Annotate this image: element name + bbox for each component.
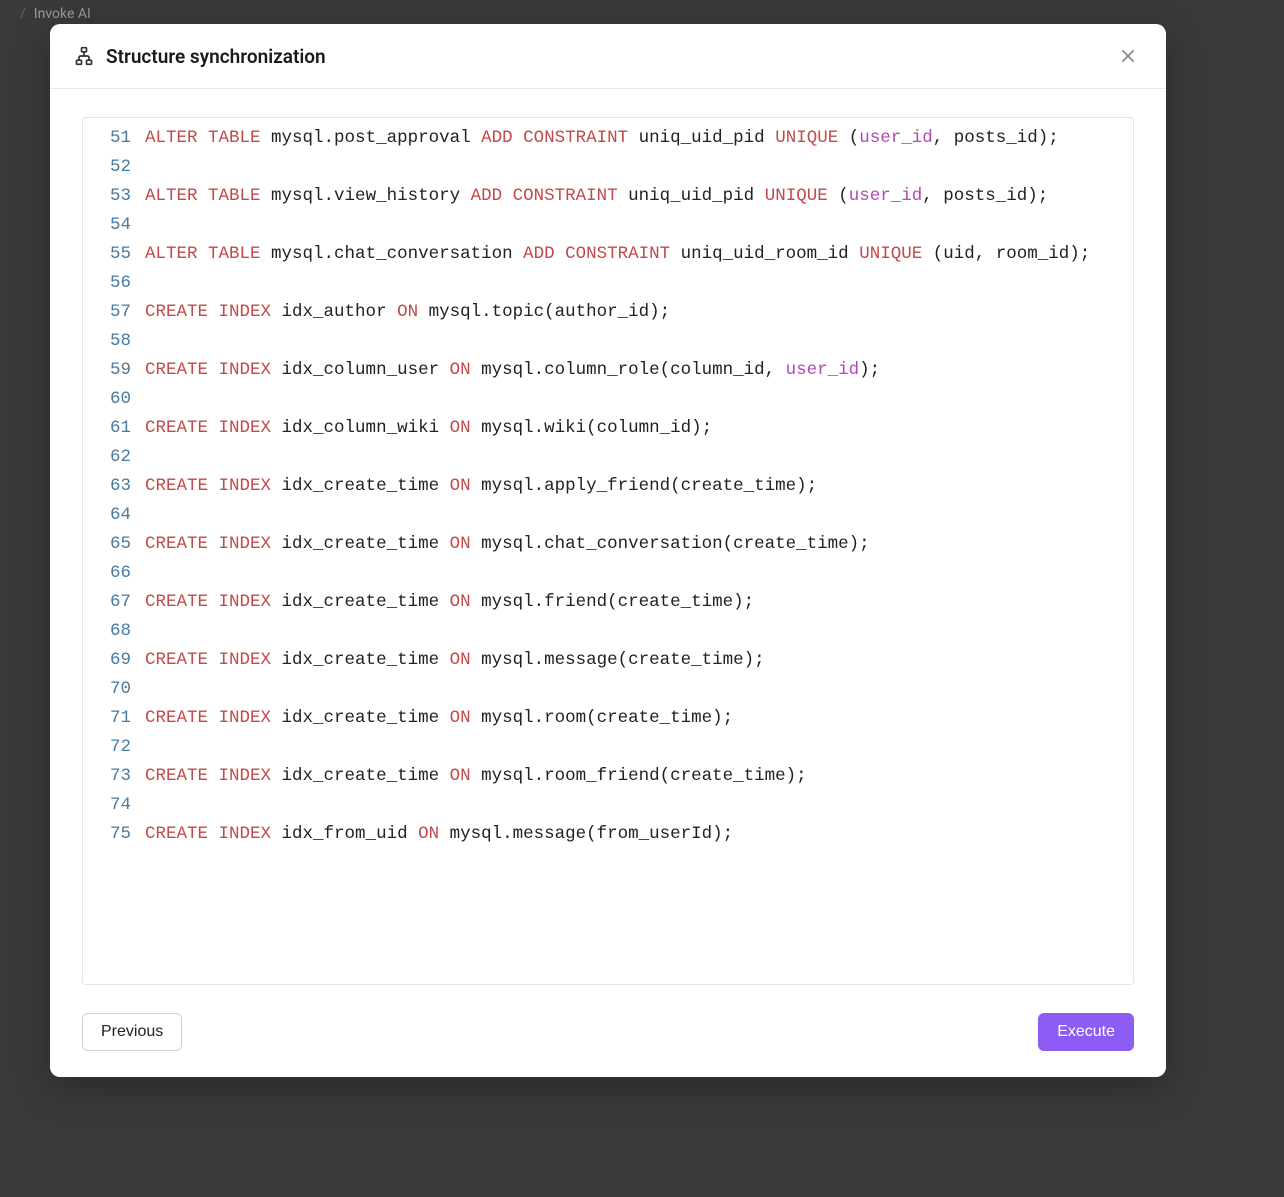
code-line: 74	[83, 791, 1133, 820]
code-line: 67CREATE INDEX idx_create_time ON mysql.…	[83, 588, 1133, 617]
line-number: 64	[83, 501, 145, 530]
modal-title: Structure synchronization	[106, 45, 326, 68]
code-line: 57CREATE INDEX idx_author ON mysql.topic…	[83, 298, 1133, 327]
code-line: 73CREATE INDEX idx_create_time ON mysql.…	[83, 762, 1133, 791]
code-line: 69CREATE INDEX idx_create_time ON mysql.…	[83, 646, 1133, 675]
code-line: 56	[83, 269, 1133, 298]
code-line: 65CREATE INDEX idx_create_time ON mysql.…	[83, 530, 1133, 559]
line-content[interactable]: CREATE INDEX idx_create_time ON mysql.ro…	[145, 762, 1133, 791]
line-content[interactable]: CREATE INDEX idx_create_time ON mysql.ap…	[145, 472, 1133, 501]
line-content[interactable]: CREATE INDEX idx_column_wiki ON mysql.wi…	[145, 414, 1133, 443]
code-line: 52	[83, 153, 1133, 182]
line-number: 68	[83, 617, 145, 646]
modal-header: Structure synchronization	[50, 24, 1166, 89]
breadcrumb-separator: /	[20, 6, 26, 22]
line-number: 71	[83, 704, 145, 733]
code-rows: 51ALTER TABLE mysql.post_approval ADD CO…	[83, 118, 1133, 849]
line-content[interactable]: CREATE INDEX idx_create_time ON mysql.ro…	[145, 704, 1133, 733]
code-line: 63CREATE INDEX idx_create_time ON mysql.…	[83, 472, 1133, 501]
line-content[interactable]: ALTER TABLE mysql.chat_conversation ADD …	[145, 240, 1133, 269]
code-line: 62	[83, 443, 1133, 472]
code-line: 70	[83, 675, 1133, 704]
sql-code-panel[interactable]: 51ALTER TABLE mysql.post_approval ADD CO…	[82, 117, 1134, 985]
code-line: 71CREATE INDEX idx_create_time ON mysql.…	[83, 704, 1133, 733]
structure-sync-modal: Structure synchronization 51ALTER TABLE …	[50, 24, 1166, 1077]
code-line: 72	[83, 733, 1133, 762]
code-line: 68	[83, 617, 1133, 646]
line-content[interactable]: CREATE INDEX idx_from_uid ON mysql.messa…	[145, 820, 1133, 849]
line-number: 75	[83, 820, 145, 849]
breadcrumb: / Invoke AI	[20, 6, 91, 22]
line-content[interactable]: CREATE INDEX idx_create_time ON mysql.fr…	[145, 588, 1133, 617]
breadcrumb-item[interactable]: Invoke AI	[34, 6, 91, 22]
line-number: 69	[83, 646, 145, 675]
line-number: 74	[83, 791, 145, 820]
code-line: 58	[83, 327, 1133, 356]
code-line: 66	[83, 559, 1133, 588]
line-number: 65	[83, 530, 145, 559]
line-content[interactable]: ALTER TABLE mysql.view_history ADD CONST…	[145, 182, 1133, 211]
line-number: 66	[83, 559, 145, 588]
line-content[interactable]: CREATE INDEX idx_create_time ON mysql.me…	[145, 646, 1133, 675]
code-line: 55ALTER TABLE mysql.chat_conversation AD…	[83, 240, 1133, 269]
line-number: 70	[83, 675, 145, 704]
modal-footer: Previous Execute	[50, 993, 1166, 1077]
modal-body: 51ALTER TABLE mysql.post_approval ADD CO…	[50, 89, 1166, 993]
line-content[interactable]: CREATE INDEX idx_column_user ON mysql.co…	[145, 356, 1133, 385]
line-number: 51	[83, 124, 145, 153]
sitemap-icon	[74, 46, 94, 66]
code-line: 75CREATE INDEX idx_from_uid ON mysql.mes…	[83, 820, 1133, 849]
code-line: 51ALTER TABLE mysql.post_approval ADD CO…	[83, 124, 1133, 153]
line-number: 53	[83, 182, 145, 211]
line-number: 57	[83, 298, 145, 327]
line-number: 61	[83, 414, 145, 443]
line-content[interactable]: CREATE INDEX idx_author ON mysql.topic(a…	[145, 298, 1133, 327]
code-line: 53ALTER TABLE mysql.view_history ADD CON…	[83, 182, 1133, 211]
execute-button[interactable]: Execute	[1038, 1013, 1134, 1051]
previous-button[interactable]: Previous	[82, 1013, 182, 1051]
line-number: 59	[83, 356, 145, 385]
code-line: 59CREATE INDEX idx_column_user ON mysql.…	[83, 356, 1133, 385]
line-number: 55	[83, 240, 145, 269]
line-number: 72	[83, 733, 145, 762]
line-number: 54	[83, 211, 145, 240]
line-content[interactable]: ALTER TABLE mysql.post_approval ADD CONS…	[145, 124, 1133, 153]
code-line: 64	[83, 501, 1133, 530]
line-number: 60	[83, 385, 145, 414]
close-icon[interactable]	[1114, 42, 1142, 70]
line-number: 62	[83, 443, 145, 472]
line-number: 63	[83, 472, 145, 501]
line-number: 58	[83, 327, 145, 356]
line-number: 56	[83, 269, 145, 298]
line-number: 73	[83, 762, 145, 791]
code-line: 54	[83, 211, 1133, 240]
code-line: 61CREATE INDEX idx_column_wiki ON mysql.…	[83, 414, 1133, 443]
line-number: 67	[83, 588, 145, 617]
line-content[interactable]: CREATE INDEX idx_create_time ON mysql.ch…	[145, 530, 1133, 559]
line-number: 52	[83, 153, 145, 182]
code-line: 60	[83, 385, 1133, 414]
